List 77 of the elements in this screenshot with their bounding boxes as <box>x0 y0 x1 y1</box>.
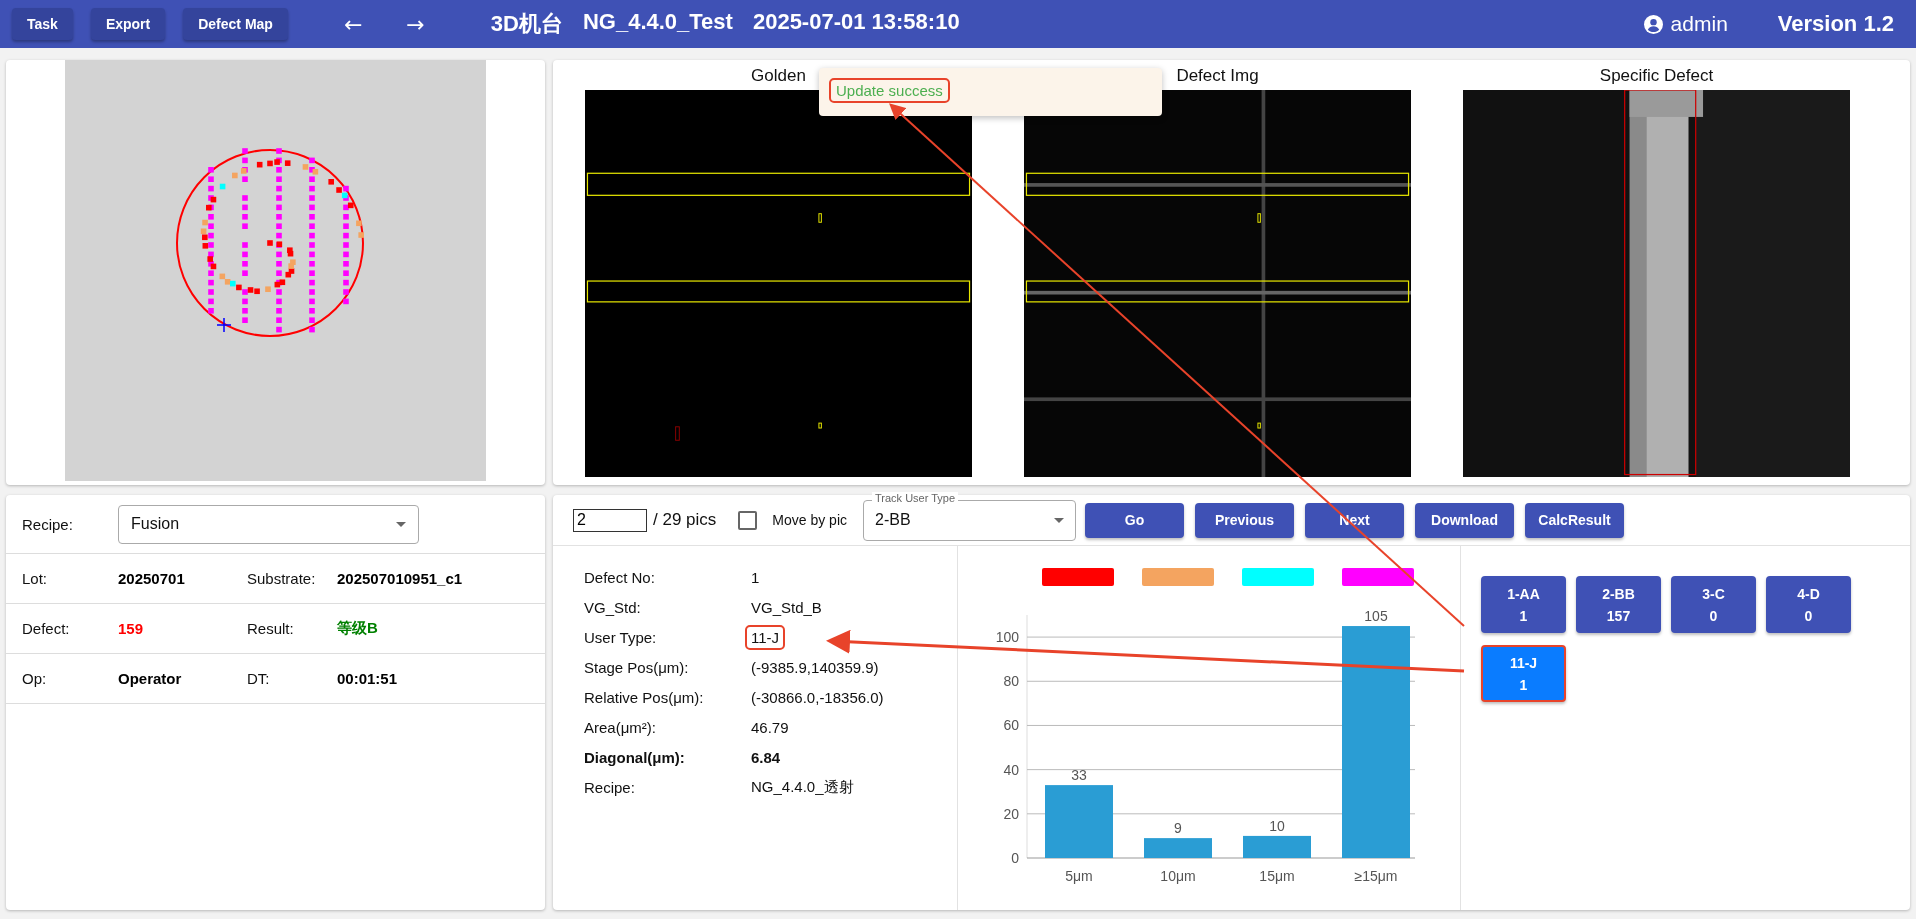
toolbar-button[interactable]: Task <box>12 8 73 40</box>
detail-label: Relative Pos(μm): <box>584 688 705 706</box>
detail-value: 46.79 <box>750 717 790 738</box>
field-label: Recipe: <box>22 515 74 533</box>
version-label: Version 1.2 <box>1777 11 1894 37</box>
checkbox[interactable] <box>738 510 758 530</box>
detail-value: 11-J <box>745 624 786 650</box>
action-button[interactable]: Download <box>1415 502 1514 538</box>
field-label: Op: <box>22 670 48 687</box>
user-name[interactable]: admin <box>1670 12 1728 36</box>
field-label: Substrate: <box>247 570 317 587</box>
field-label: DT: <box>247 670 271 687</box>
detail-label: Diagonal(μm): <box>584 748 686 766</box>
user-type-button[interactable]: 1-AA 1 <box>1481 576 1566 633</box>
caret-icon <box>396 522 406 527</box>
data-label: 105 <box>1364 608 1388 625</box>
detail-label: Area(μm²): <box>584 718 657 736</box>
page-input[interactable]: 2 <box>573 508 647 532</box>
detail-value: NG_4.4.0_透射 <box>750 776 855 797</box>
field-label: Lot: <box>22 570 49 587</box>
recipe-select[interactable]: Fusion <box>118 504 419 544</box>
field-value: 等级B <box>337 619 378 638</box>
data-label: 10 <box>1269 817 1285 834</box>
bar <box>1144 838 1212 858</box>
detail-value: VG_Std_B <box>750 597 823 618</box>
category-label: 10μm <box>1160 868 1196 884</box>
user-type-button[interactable]: 4-D 0 <box>1766 576 1851 633</box>
category-label: ≥15μm <box>1354 868 1398 884</box>
detail-value: 1 <box>750 567 761 588</box>
detail-value: (-30866.0,-18356.0) <box>750 687 885 708</box>
user-icon <box>1643 14 1663 34</box>
field-value: 202507010951_c1 <box>337 570 463 587</box>
detail-label: VG_Std: <box>584 598 642 616</box>
data-label: 9 <box>1174 820 1182 837</box>
nav-arrow-button[interactable]: ← <box>335 11 371 37</box>
axis-tick-label: 80 <box>1003 673 1019 690</box>
axis-tick-label: 0 <box>1011 850 1019 866</box>
detail-label: User Type: <box>584 628 658 646</box>
track-type-select[interactable]: Track User Type 2-BB <box>863 491 1076 541</box>
detail-value: 6.84 <box>750 747 782 768</box>
toast-message: Update success <box>829 78 950 103</box>
axis-tick-label: 20 <box>1003 805 1019 822</box>
toolbar-button[interactable]: Export <box>90 8 166 40</box>
detail-value: (-9385.9,140359.9) <box>750 657 880 678</box>
category-label: 5μm <box>1065 868 1093 884</box>
action-button[interactable]: Go <box>1085 502 1184 538</box>
header-title: 3D机台 <box>490 10 563 38</box>
field-value: Operator <box>118 670 183 687</box>
category-label: 15μm <box>1259 868 1295 884</box>
nav-arrow-button[interactable]: → <box>398 11 433 37</box>
data-label: 33 <box>1071 767 1087 784</box>
action-button[interactable]: Previous <box>1195 502 1294 538</box>
image-title: Specific Defect <box>1599 65 1714 87</box>
detail-label: Defect No: <box>584 568 656 586</box>
axis-tick-label: 60 <box>1003 717 1019 734</box>
page-count: / 29 pics <box>653 510 717 530</box>
detail-label: Recipe: <box>584 778 636 796</box>
field-label: Result: <box>247 620 295 637</box>
image-title: Defect Img <box>1176 65 1259 87</box>
field-value: 159 <box>118 620 145 637</box>
user-type-button[interactable]: 3-C 0 <box>1671 576 1756 633</box>
checkbox-label: Move by pic <box>772 512 847 528</box>
caret-icon <box>1054 518 1064 523</box>
header-title: 2025-07-01 13:58:10 <box>752 9 960 36</box>
field-value: 20250701 <box>118 570 186 587</box>
detail-label: Stage Pos(μm): <box>584 658 690 676</box>
user-type-button[interactable]: 2-BB 157 <box>1576 576 1661 633</box>
image-title: Golden <box>751 65 806 87</box>
toolbar-button[interactable]: Defect Map <box>183 8 288 40</box>
bar <box>1243 835 1311 858</box>
user-type-button[interactable]: 11-J 1 <box>1481 645 1566 702</box>
axis-tick-label: 100 <box>995 629 1019 646</box>
field-value: 00:01:51 <box>337 670 398 687</box>
axis-tick-label: 40 <box>1003 761 1019 778</box>
field-label: Defect: <box>22 620 71 637</box>
header-title: NG_4.4.0_Test <box>582 9 733 36</box>
action-button[interactable]: CalcResult <box>1525 502 1624 538</box>
